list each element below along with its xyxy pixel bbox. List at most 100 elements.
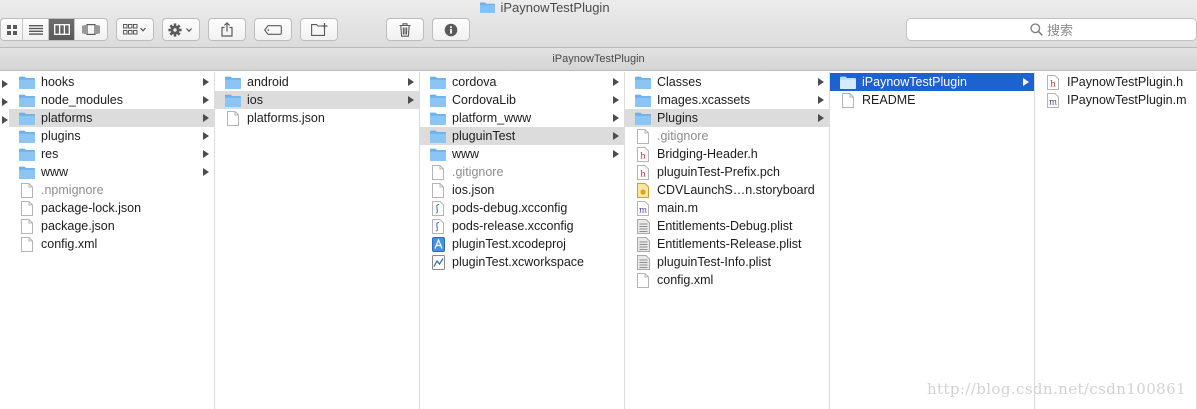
coverflow-view-button[interactable] xyxy=(75,19,107,40)
svg-text:h: h xyxy=(640,151,646,161)
file-row[interactable]: .npmignore xyxy=(9,181,214,199)
new-folder-button[interactable] xyxy=(300,18,338,41)
folder-row[interactable]: Classes xyxy=(625,73,829,91)
folder-icon xyxy=(430,93,446,107)
folder-row[interactable]: res xyxy=(9,145,214,163)
tags-button[interactable] xyxy=(254,18,292,41)
search-placeholder: 搜索 xyxy=(1046,23,1073,38)
file-row[interactable]: h IPaynowTestPlugin.h xyxy=(1035,73,1196,91)
list-view-button[interactable] xyxy=(23,19,49,40)
item-name: www xyxy=(452,147,480,161)
path-bar-title: iPaynowTestPlugin xyxy=(552,53,645,65)
browser-column-5[interactable]: iPaynowTestPlugin README xyxy=(830,72,1035,409)
browser-column-4[interactable]: Classes Images.xcassets Plugins .gitignore h… xyxy=(625,72,830,409)
item-name: pluguinTest xyxy=(452,129,516,143)
item-name: pluguinTest-Prefix.pch xyxy=(657,165,780,179)
file-row[interactable]: package.json xyxy=(9,217,214,235)
browser-column-2[interactable]: android ios platforms.json xyxy=(215,72,420,409)
xcworkspace-icon xyxy=(430,254,446,270)
search-icon xyxy=(1030,23,1043,36)
file-row[interactable]: README xyxy=(830,91,1034,109)
folder-row[interactable]: cordova xyxy=(420,73,624,91)
icon-view-button[interactable] xyxy=(1,19,23,40)
coverflow-icon xyxy=(82,24,100,35)
svg-text:m: m xyxy=(639,205,647,215)
browser-column-1[interactable]: hooks node_modules platforms plugins res www.… xyxy=(9,72,215,409)
xcconfig-file-icon xyxy=(430,218,446,234)
browser-column-6[interactable]: h IPaynowTestPlugin.h m IPaynowTestPlugin.m xyxy=(1035,72,1197,409)
file-row[interactable]: h Bridging-Header.h xyxy=(625,145,829,163)
watermark: http://blog.csdn.net/csdn100861 xyxy=(926,380,1186,398)
file-row[interactable]: pods-release.xcconfig xyxy=(420,217,624,235)
get-info-button[interactable] xyxy=(432,18,470,41)
folder-row[interactable]: Images.xcassets xyxy=(625,91,829,109)
file-row[interactable]: h pluguinTest-Prefix.pch xyxy=(625,163,829,181)
file-row[interactable]: pluginTest.xcodeproj xyxy=(420,235,624,253)
file-row[interactable]: ios.json xyxy=(420,181,624,199)
document-icon xyxy=(635,128,651,144)
folder-row[interactable]: Plugins xyxy=(625,109,829,127)
browser-column-3[interactable]: cordova CordovaLib platform_www pluguinTest… xyxy=(420,72,625,409)
file-row[interactable]: package-lock.json xyxy=(9,199,214,217)
file-row[interactable]: config.xml xyxy=(9,235,214,253)
column-browser: hooks node_modules platforms plugins res www.… xyxy=(0,72,1197,409)
arrange-grid-icon xyxy=(123,24,146,35)
disclosure-arrow-icon xyxy=(817,96,825,104)
file-row[interactable]: pluginTest.xcworkspace xyxy=(420,253,624,271)
file-row[interactable]: config.xml xyxy=(625,271,829,289)
disclosure-arrow-icon xyxy=(612,114,620,122)
folder-row[interactable]: www xyxy=(9,163,214,181)
item-name: node_modules xyxy=(41,93,124,107)
file-row[interactable]: platforms.json xyxy=(215,109,419,127)
disclosure-arrow-icon xyxy=(612,96,620,104)
item-name: IPaynowTestPlugin.m xyxy=(1067,93,1187,107)
folder-row[interactable]: CordovaLib xyxy=(420,91,624,109)
folder-icon xyxy=(225,75,241,89)
header-file-icon: h xyxy=(635,146,651,162)
item-name: package-lock.json xyxy=(41,201,142,215)
disclosure-arrow-icon xyxy=(202,114,210,122)
search-field[interactable]: 搜索 xyxy=(906,18,1197,41)
folder-row[interactable]: platform_www xyxy=(420,109,624,127)
item-name: pods-release.xcconfig xyxy=(452,219,574,233)
item-name: config.xml xyxy=(41,237,98,251)
folder-row[interactable]: plugins xyxy=(9,127,214,145)
file-row[interactable]: .gitignore xyxy=(420,163,624,181)
action-button[interactable] xyxy=(162,18,200,41)
disclosure-arrow-icon xyxy=(817,114,825,122)
svg-text:m: m xyxy=(1049,97,1057,107)
item-name: package.json xyxy=(41,219,115,233)
item-name: pluginTest.xcworkspace xyxy=(452,255,585,269)
file-row[interactable]: Entitlements-Debug.plist xyxy=(625,217,829,235)
file-row[interactable]: m main.m xyxy=(625,199,829,217)
document-icon xyxy=(19,182,35,198)
file-row[interactable]: CDVLaunchS…n.storyboard xyxy=(625,181,829,199)
file-row[interactable]: .gitignore xyxy=(625,127,829,145)
info-icon xyxy=(444,23,458,36)
share-button[interactable] xyxy=(208,18,246,41)
folder-row[interactable]: pluguinTest xyxy=(420,127,624,145)
item-name: Plugins xyxy=(657,111,698,125)
item-name: pluginTest.xcodeproj xyxy=(452,237,566,251)
file-row[interactable]: m IPaynowTestPlugin.m xyxy=(1035,91,1196,109)
item-name: .gitignore xyxy=(657,129,709,143)
gear-icon xyxy=(168,22,192,37)
folder-row[interactable]: iPaynowTestPlugin xyxy=(830,73,1034,91)
folder-row[interactable]: android xyxy=(215,73,419,91)
file-row[interactable]: Entitlements-Release.plist xyxy=(625,235,829,253)
item-name: Classes xyxy=(657,75,702,89)
arrange-button[interactable] xyxy=(116,18,154,41)
folder-row[interactable]: platforms xyxy=(9,109,214,127)
column-view-button[interactable] xyxy=(49,19,75,40)
item-name: IPaynowTestPlugin.h xyxy=(1067,75,1184,89)
folder-row[interactable]: node_modules xyxy=(9,91,214,109)
file-row[interactable]: pods-debug.xcconfig xyxy=(420,199,624,217)
folder-row[interactable]: www xyxy=(420,145,624,163)
folder-icon xyxy=(430,147,446,161)
folder-row[interactable]: hooks xyxy=(9,73,214,91)
item-name: CDVLaunchS…n.storyboard xyxy=(657,183,815,197)
item-name: android xyxy=(247,75,289,89)
folder-row[interactable]: ios xyxy=(215,91,419,109)
file-row[interactable]: pluguinTest-Info.plist xyxy=(625,253,829,271)
trash-button[interactable] xyxy=(386,18,424,41)
